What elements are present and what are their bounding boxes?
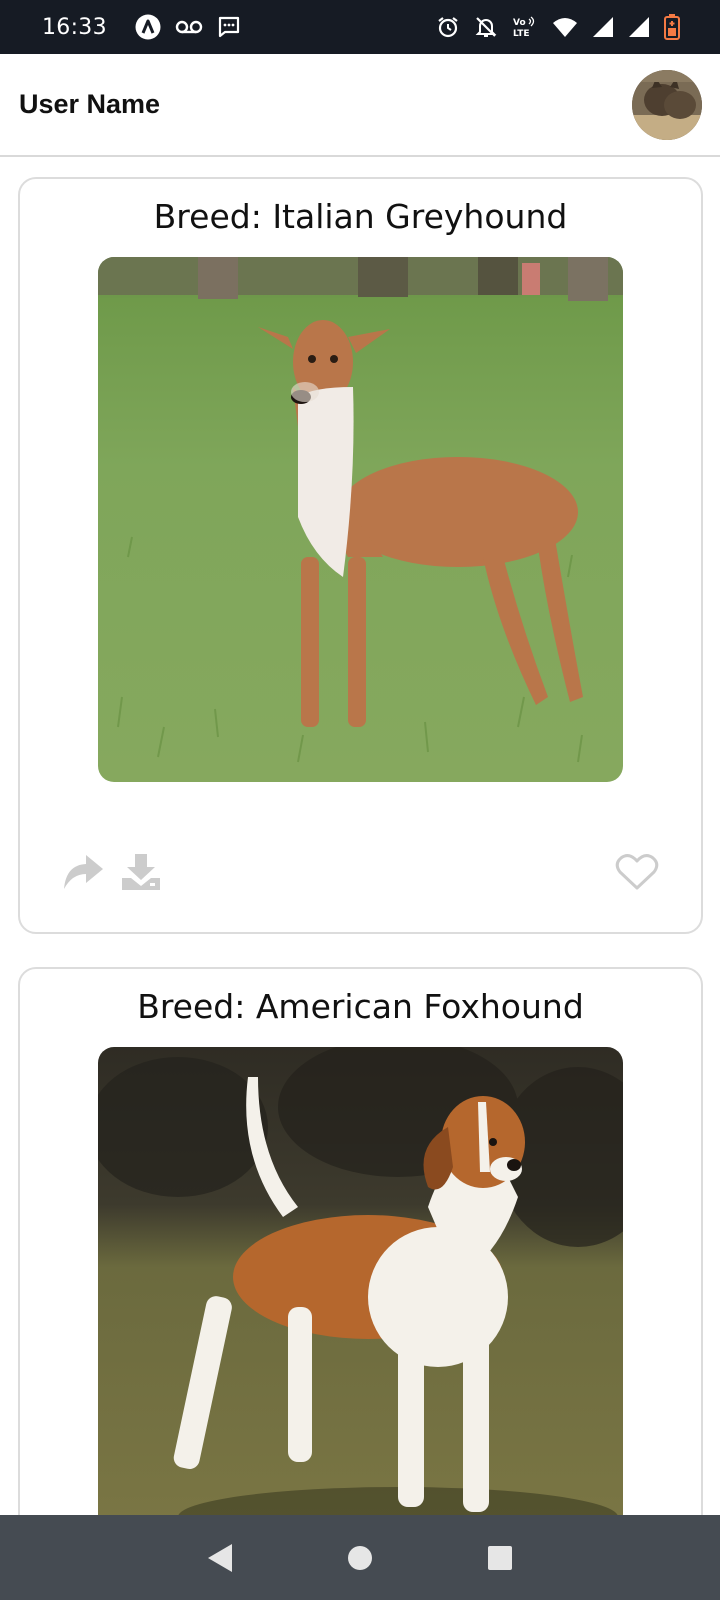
download-icon[interactable] — [120, 853, 162, 891]
italian-greyhound-photo[interactable] — [98, 257, 623, 782]
svg-text:LTE: LTE — [513, 29, 530, 39]
svg-text:Vo: Vo — [513, 18, 526, 28]
recents-icon[interactable] — [470, 1528, 530, 1588]
breed-title: Breed: American Foxhound — [137, 987, 584, 1026]
wifi-icon — [552, 16, 578, 38]
status-time: 16:33 — [42, 14, 107, 40]
alarm-icon — [436, 15, 460, 39]
app-logo-icon — [135, 14, 161, 40]
avatar[interactable] — [632, 69, 702, 140]
card-actions — [20, 847, 701, 897]
message-icon — [217, 15, 241, 39]
share-icon[interactable] — [62, 853, 104, 891]
home-icon[interactable] — [330, 1528, 390, 1588]
voicemail-icon — [175, 19, 203, 35]
battery-saver-icon — [664, 14, 680, 40]
breed-card: Breed: American Foxhound — [18, 967, 703, 1515]
user-name: User Name — [19, 89, 161, 119]
signal-icon — [628, 16, 650, 38]
status-left-icons — [135, 14, 241, 40]
american-foxhound-photo[interactable] — [98, 1047, 623, 1515]
dog-feed[interactable]: Breed: Italian Greyhound Breed: American… — [0, 157, 720, 1515]
breed-card: Breed: Italian Greyhound — [18, 177, 703, 934]
notifications-off-icon — [474, 15, 498, 39]
back-icon[interactable] — [190, 1528, 250, 1588]
app-screen: 16:33 Vo LTE User Name Breed: Italian Gr… — [0, 0, 720, 1600]
signal-icon — [592, 16, 614, 38]
navigation-bar — [0, 1515, 720, 1600]
status-left: 16:33 — [42, 14, 241, 40]
app-header: User Name — [0, 54, 720, 157]
status-bar: 16:33 Vo LTE — [0, 0, 720, 54]
breed-title: Breed: Italian Greyhound — [153, 197, 568, 236]
status-right: Vo LTE — [436, 14, 680, 40]
heart-icon[interactable] — [615, 853, 659, 891]
volte-icon: Vo LTE — [512, 15, 538, 39]
